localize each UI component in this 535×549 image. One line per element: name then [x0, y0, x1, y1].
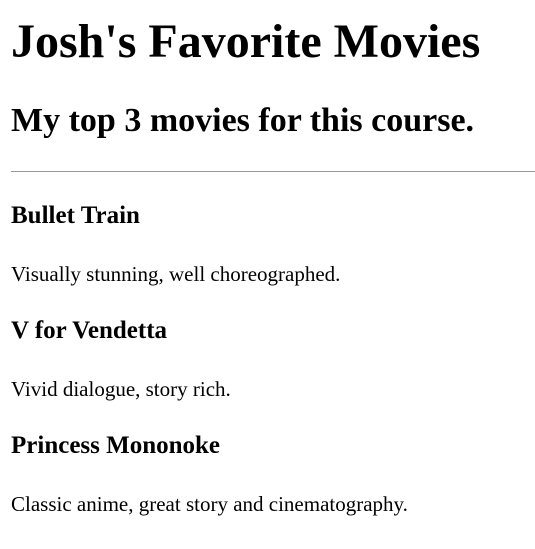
horizontal-divider [11, 171, 535, 172]
movie-description: Classic anime, great story and cinematog… [11, 492, 408, 516]
page-subtitle: My top 3 movies for this course. [11, 102, 475, 139]
movie-description: Visually stunning, well choreographed. [11, 262, 341, 286]
movie-title: Bullet Train [11, 202, 140, 229]
page-title: Josh's Favorite Movies [11, 15, 481, 68]
movie-description: Vivid dialogue, story rich. [11, 377, 231, 401]
page-content: Josh's Favorite Movies My top 3 movies f… [0, 0, 535, 549]
movie-title: Princess Mononoke [11, 432, 221, 459]
movie-title: V for Vendetta [11, 317, 168, 344]
